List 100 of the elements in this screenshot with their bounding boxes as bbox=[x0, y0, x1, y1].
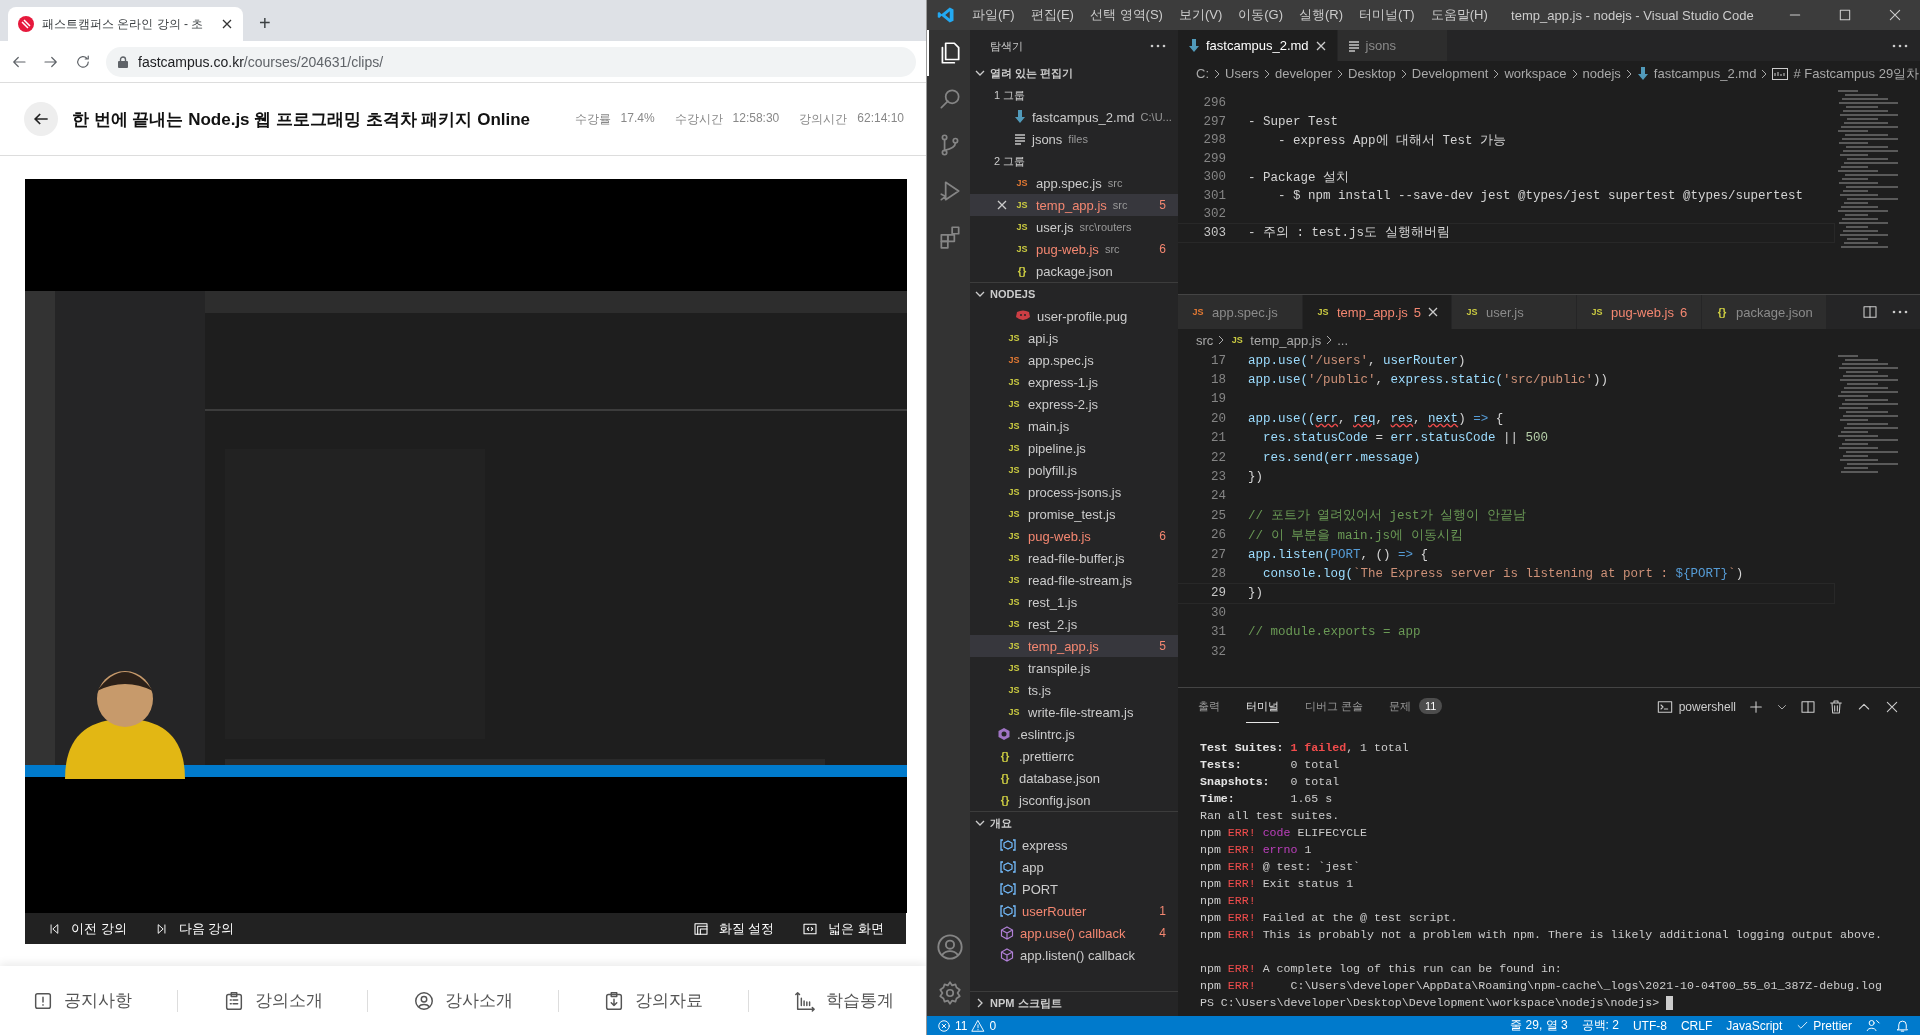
panel-tab[interactable]: 문제 11 bbox=[1389, 690, 1443, 723]
file-item[interactable]: JS pug-web.js src 6 bbox=[970, 238, 1178, 260]
split-icon[interactable] bbox=[1800, 698, 1816, 715]
editor-tab[interactable]: JS user.js bbox=[1452, 295, 1578, 329]
file-item[interactable]: .eslintrc.js bbox=[970, 723, 1178, 745]
breadcrumb[interactable]: ... bbox=[1337, 332, 1348, 348]
file-item[interactable]: fastcampus_2.md C:\U... bbox=[970, 106, 1178, 128]
status-item[interactable]: JavaScript bbox=[1726, 1018, 1783, 1033]
status-item[interactable]: UTF-8 bbox=[1632, 1018, 1667, 1033]
file-item[interactable]: {} jsconfig.json bbox=[970, 789, 1178, 811]
panel-tab[interactable]: 출력 bbox=[1198, 690, 1220, 723]
editor-tab[interactable]: JS app.spec.js bbox=[1178, 295, 1303, 329]
file-item[interactable]: JS app.spec.js src bbox=[970, 172, 1178, 194]
menu-item[interactable]: 파일(F) bbox=[965, 6, 1022, 24]
status-item[interactable]: Prettier bbox=[1796, 1018, 1852, 1033]
file-item[interactable]: JS temp_app.js 5 bbox=[970, 635, 1178, 657]
file-item[interactable]: JS promise_test.js bbox=[970, 503, 1178, 525]
file-item[interactable]: JS pipeline.js bbox=[970, 437, 1178, 459]
editor-tab[interactable]: {} package.json bbox=[1702, 295, 1828, 329]
section-header[interactable]: NODEJS bbox=[990, 288, 1036, 300]
settings-icon[interactable] bbox=[936, 980, 963, 1006]
bell-icon[interactable] bbox=[1895, 1018, 1910, 1033]
outline-item[interactable]: app bbox=[1022, 859, 1044, 875]
file-item[interactable]: JS pug-web.js 6 bbox=[970, 525, 1178, 547]
file-item[interactable]: jsons files bbox=[970, 128, 1178, 150]
problems-status[interactable]: 11 0 bbox=[937, 1018, 997, 1033]
more-icon[interactable] bbox=[1892, 310, 1908, 314]
breadcrumb[interactable]: nodejs bbox=[1582, 66, 1621, 81]
file-item[interactable]: JS temp_app.js src 5 bbox=[970, 194, 1178, 216]
menu-item[interactable]: 보기(V) bbox=[1171, 6, 1230, 24]
file-item[interactable]: {} .prettierrc bbox=[970, 745, 1178, 767]
back-button[interactable] bbox=[24, 102, 58, 136]
breadcrumb[interactable]: Users bbox=[1225, 66, 1259, 81]
file-item[interactable]: {} package.json bbox=[970, 260, 1178, 282]
breadcrumb[interactable]: Desktop bbox=[1348, 66, 1396, 81]
file-item[interactable]: JS express-1.js bbox=[970, 371, 1178, 393]
status-item[interactable]: CRLF bbox=[1680, 1018, 1713, 1033]
menu-item[interactable]: 선택 영역(S) bbox=[1082, 6, 1170, 24]
close-icon[interactable] bbox=[221, 18, 233, 30]
section-header[interactable]: NPM 스크립트 bbox=[990, 995, 1062, 1011]
file-item[interactable]: JS user.js src\routers bbox=[970, 216, 1178, 238]
menu-item[interactable]: 편집(E) bbox=[1023, 6, 1081, 24]
terminal-selector[interactable]: powershell bbox=[1656, 698, 1736, 715]
browser-tab[interactable]: 패스트캠퍼스 온라인 강의 - 초 bbox=[8, 7, 243, 41]
split-editor-icon[interactable] bbox=[1862, 304, 1878, 320]
new-tab-button[interactable]: + bbox=[253, 11, 277, 36]
file-item[interactable]: JS read-file-buffer.js bbox=[970, 547, 1178, 569]
editor-tab[interactable]: JS temp_app.js 5 bbox=[1303, 295, 1453, 329]
outline-item[interactable]: app.use() callback bbox=[1020, 925, 1126, 941]
player-button[interactable]: 다음 강의 bbox=[154, 919, 235, 938]
menu-item[interactable]: 도움말(H) bbox=[1423, 6, 1495, 24]
close-icon[interactable] bbox=[1427, 306, 1440, 318]
outline-item[interactable]: userRouter bbox=[1022, 903, 1087, 919]
status-item[interactable]: 줄 29, 열 3 bbox=[1510, 1017, 1568, 1034]
player-button[interactable]: 이전 강의 bbox=[47, 919, 127, 938]
menu-item[interactable]: 실행(R) bbox=[1292, 6, 1351, 24]
outline-item[interactable]: express bbox=[1022, 837, 1068, 853]
breadcrumb[interactable]: fastcampus_2.md bbox=[1653, 66, 1757, 81]
editor-tab[interactable]: JS pug-web.js 6 bbox=[1577, 295, 1703, 329]
editor-tab[interactable]: fastcampus_2.md bbox=[1178, 30, 1338, 61]
breadcrumb[interactable]: temp_app.js bbox=[1250, 332, 1322, 348]
section-header[interactable]: 열려 있는 편집기 bbox=[990, 65, 1074, 81]
file-item[interactable]: JS write-file-stream.js bbox=[970, 701, 1178, 723]
editor-tab[interactable]: jsons bbox=[1337, 30, 1448, 61]
menu-item[interactable]: 이동(G) bbox=[1231, 6, 1291, 24]
file-item[interactable]: JS express-2.js bbox=[970, 393, 1178, 415]
breadcrumb[interactable]: Development bbox=[1411, 66, 1489, 81]
player-button[interactable]: 넓은 화면 bbox=[802, 919, 884, 938]
panel-tab[interactable]: 디버그 콘솔 bbox=[1305, 690, 1364, 723]
more-icon[interactable] bbox=[1892, 43, 1908, 48]
file-item[interactable]: user-profile.pug bbox=[970, 305, 1178, 327]
address-bar[interactable]: fastcampus.co.kr/courses/204631/clips/ bbox=[106, 46, 916, 77]
status-item[interactable]: 공백: 2 bbox=[1581, 1017, 1619, 1034]
file-item[interactable]: JS rest_1.js bbox=[970, 591, 1178, 613]
file-item[interactable]: JS app.spec.js bbox=[970, 349, 1178, 371]
file-item[interactable]: JS rest_2.js bbox=[970, 613, 1178, 635]
more-icon[interactable] bbox=[1150, 44, 1166, 48]
reload-icon[interactable] bbox=[74, 52, 92, 71]
nav-item[interactable]: 강사소개 bbox=[412, 989, 513, 1012]
feedback-icon[interactable] bbox=[1866, 1018, 1881, 1033]
breadcrumb[interactable]: # Fastcampus 29일차 bbox=[1793, 64, 1920, 83]
menu-item[interactable]: 터미널(T) bbox=[1352, 6, 1422, 24]
add-icon[interactable] bbox=[1748, 698, 1764, 715]
file-item[interactable]: JS main.js bbox=[970, 415, 1178, 437]
section-header[interactable]: 개요 bbox=[990, 815, 1012, 831]
nav-item[interactable]: 공지사항 bbox=[32, 989, 133, 1012]
nav-item[interactable]: 강의소개 bbox=[222, 989, 323, 1012]
outline-item[interactable]: PORT bbox=[1022, 881, 1058, 897]
breadcrumb[interactable]: C: bbox=[1196, 66, 1209, 81]
player-button[interactable]: 화질 설정 bbox=[692, 919, 775, 938]
file-item[interactable]: JS read-file-stream.js bbox=[970, 569, 1178, 591]
file-item[interactable]: JS polyfill.js bbox=[970, 459, 1178, 481]
file-item[interactable]: JS ts.js bbox=[970, 679, 1178, 701]
outline-item[interactable]: app.listen() callback bbox=[1020, 947, 1135, 963]
breadcrumb[interactable]: workspace bbox=[1504, 66, 1567, 81]
file-item[interactable]: JS api.js bbox=[970, 327, 1178, 349]
breadcrumb[interactable]: src bbox=[1196, 332, 1214, 348]
breadcrumb[interactable]: developer bbox=[1274, 66, 1333, 81]
nav-item[interactable]: 학습통계 bbox=[793, 989, 894, 1012]
file-item[interactable]: JS transpile.js bbox=[970, 657, 1178, 679]
